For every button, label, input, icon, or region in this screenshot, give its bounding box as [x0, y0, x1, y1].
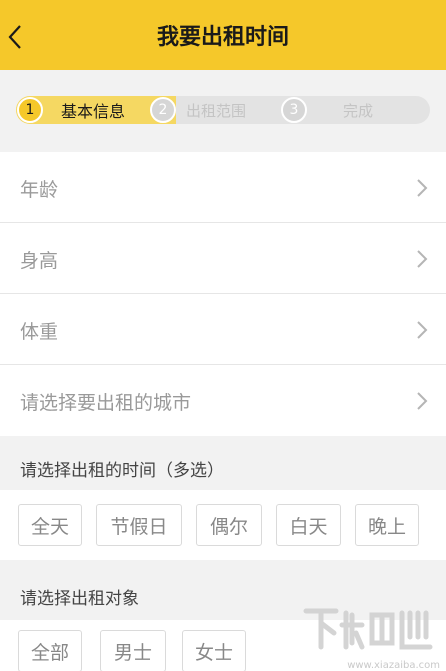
watermark-url: www.xiazaiba.com — [347, 660, 440, 671]
top-bar: 我要出租时间 — [0, 0, 446, 70]
step-complete: 3 完成 — [281, 96, 373, 124]
time-option-holidays[interactable]: 节假日 — [96, 504, 182, 546]
step-number: 3 — [281, 97, 307, 123]
basic-info-list: 年龄 身高 体重 请选择要出租的城市 — [0, 152, 446, 436]
step-basic-info: 1 基本信息 — [17, 96, 125, 124]
target-option-men[interactable]: 男士 — [100, 630, 166, 671]
target-option-all[interactable]: 全部 — [18, 630, 82, 671]
chevron-right-icon — [417, 321, 428, 339]
time-option-all-day[interactable]: 全天 — [18, 504, 82, 546]
row-label: 身高 — [20, 250, 59, 272]
time-option-occasionally[interactable]: 偶尔 — [196, 504, 262, 546]
time-options: 全天 节假日 偶尔 白天 晚上 — [0, 490, 446, 560]
step-number: 1 — [17, 97, 43, 123]
time-option-evening[interactable]: 晚上 — [355, 504, 419, 546]
step-number: 2 — [150, 97, 176, 123]
row-label: 请选择要出租的城市 — [20, 392, 192, 414]
row-label: 体重 — [20, 321, 59, 343]
row-label: 年龄 — [20, 179, 59, 201]
step-rental-range: 2 出租范围 — [150, 96, 246, 124]
chevron-right-icon — [417, 179, 428, 197]
step-label: 基本信息 — [61, 102, 126, 121]
age-row[interactable]: 年龄 — [0, 152, 446, 223]
step-progress: 1 基本信息 2 出租范围 3 完成 — [0, 70, 446, 152]
page-title: 我要出租时间 — [156, 25, 289, 50]
city-row[interactable]: 请选择要出租的城市 — [0, 365, 446, 436]
chevron-right-icon — [417, 250, 428, 268]
target-option-women[interactable]: 女士 — [182, 630, 246, 671]
height-row[interactable]: 身高 — [0, 223, 446, 294]
time-section-title: 请选择出租的时间（多选） — [20, 461, 224, 481]
time-option-daytime[interactable]: 白天 — [276, 504, 341, 546]
chevron-right-icon — [417, 392, 428, 410]
step-label: 完成 — [343, 101, 374, 120]
target-section-title: 请选择出租对象 — [20, 589, 139, 609]
watermark-logo — [303, 608, 433, 650]
step-label: 出租范围 — [186, 101, 247, 120]
weight-row[interactable]: 体重 — [0, 294, 446, 365]
